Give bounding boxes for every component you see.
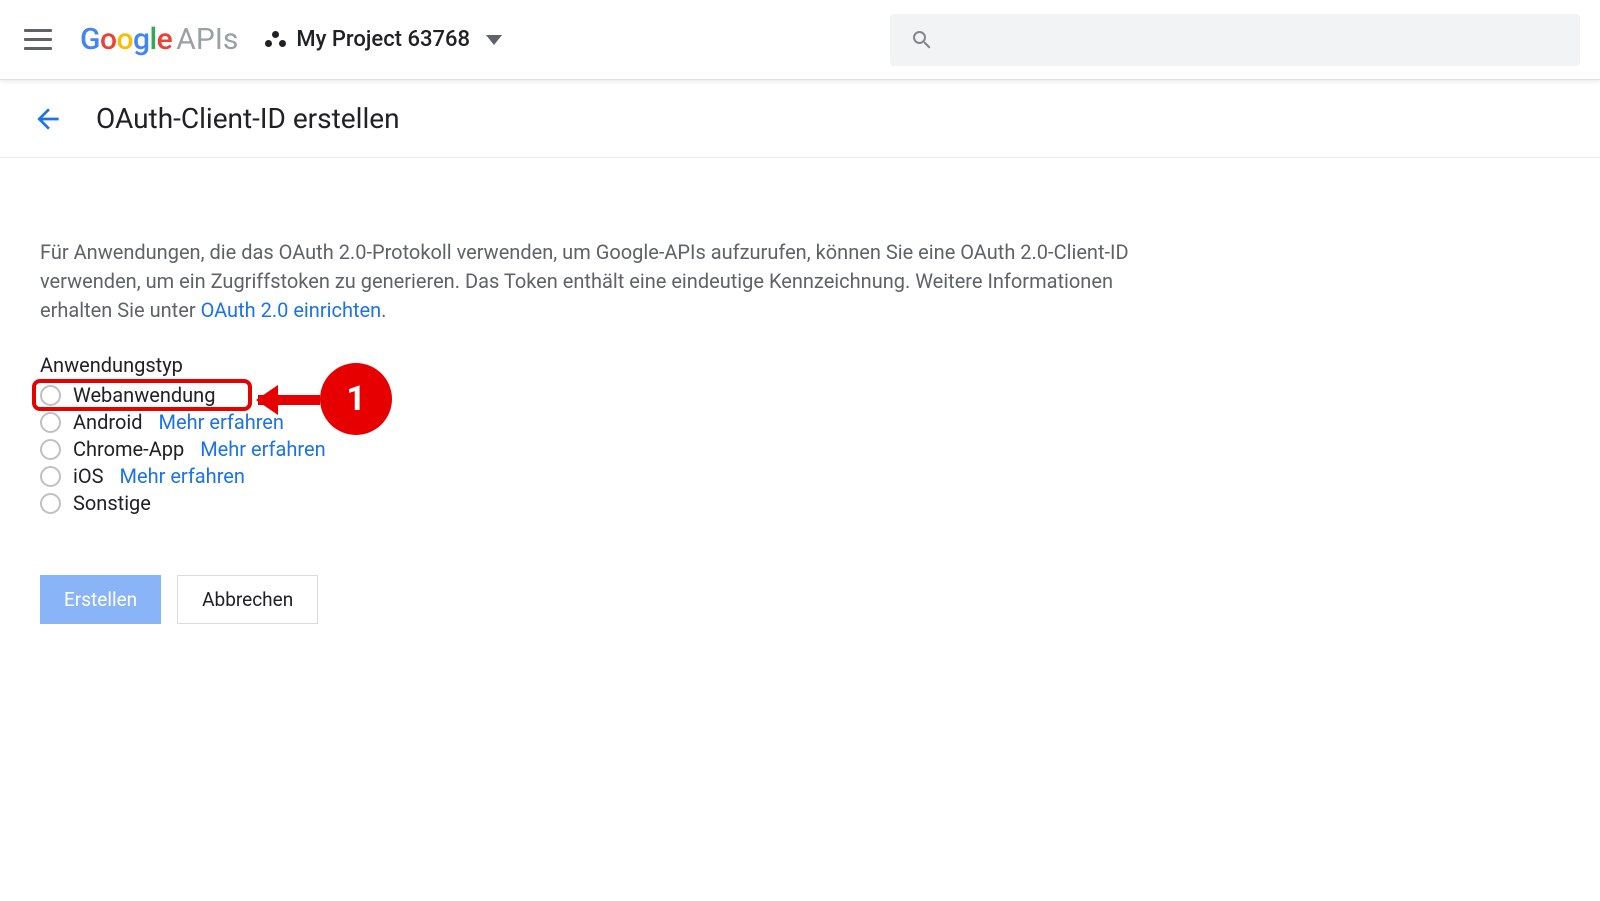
radio-label: Webanwendung	[73, 383, 215, 407]
search-icon	[910, 28, 934, 52]
google-apis-logo: Google APIs	[80, 22, 238, 57]
page-titlebar: OAuth-Client-ID erstellen	[0, 80, 1600, 158]
project-icon	[264, 29, 286, 51]
learn-more-link[interactable]: Mehr erfahren	[200, 437, 325, 461]
radio-circle-icon[interactable]	[40, 412, 61, 433]
radio-circle-icon[interactable]	[40, 493, 61, 514]
logo-suffix: APIs	[176, 22, 238, 57]
learn-more-link[interactable]: Mehr erfahren	[120, 464, 245, 488]
main-content: Für Anwendungen, die das OAuth 2.0-Proto…	[0, 158, 1200, 664]
button-row: Erstellen Abbrechen	[40, 575, 1160, 624]
project-name: My Project 63768	[296, 27, 470, 52]
application-type-radio-group: 1 Webanwendung Android Mehr erfahren Chr…	[40, 383, 1160, 515]
radio-option-webanwendung[interactable]: 1 Webanwendung	[40, 383, 1160, 407]
project-selector[interactable]: My Project 63768	[264, 27, 502, 52]
app-header: Google APIs My Project 63768	[0, 0, 1600, 80]
radio-option-chrome-app[interactable]: Chrome-App Mehr erfahren	[40, 437, 1160, 461]
radio-option-android[interactable]: Android Mehr erfahren	[40, 410, 1160, 434]
radio-label: iOS	[73, 464, 104, 488]
description-post: .	[381, 298, 386, 322]
back-arrow-icon[interactable]	[32, 103, 64, 135]
radio-option-ios[interactable]: iOS Mehr erfahren	[40, 464, 1160, 488]
learn-more-link[interactable]: Mehr erfahren	[159, 410, 284, 434]
radio-label: Sonstige	[73, 491, 151, 515]
chevron-down-icon	[486, 35, 502, 45]
cancel-button[interactable]: Abbrechen	[177, 575, 318, 624]
radio-option-sonstige[interactable]: Sonstige	[40, 491, 1160, 515]
radio-circle-icon[interactable]	[40, 385, 61, 406]
hamburger-menu-icon[interactable]	[20, 22, 56, 58]
application-type-label: Anwendungstyp	[40, 353, 1160, 377]
create-button[interactable]: Erstellen	[40, 575, 161, 624]
search-box[interactable]	[890, 14, 1580, 66]
description-text: Für Anwendungen, die das OAuth 2.0-Proto…	[40, 238, 1140, 325]
oauth-setup-link[interactable]: OAuth 2.0 einrichten	[201, 298, 382, 322]
radio-circle-icon[interactable]	[40, 466, 61, 487]
page-title: OAuth-Client-ID erstellen	[96, 102, 400, 135]
radio-circle-icon[interactable]	[40, 439, 61, 460]
radio-label: Android	[73, 410, 143, 434]
radio-label: Chrome-App	[73, 437, 184, 461]
